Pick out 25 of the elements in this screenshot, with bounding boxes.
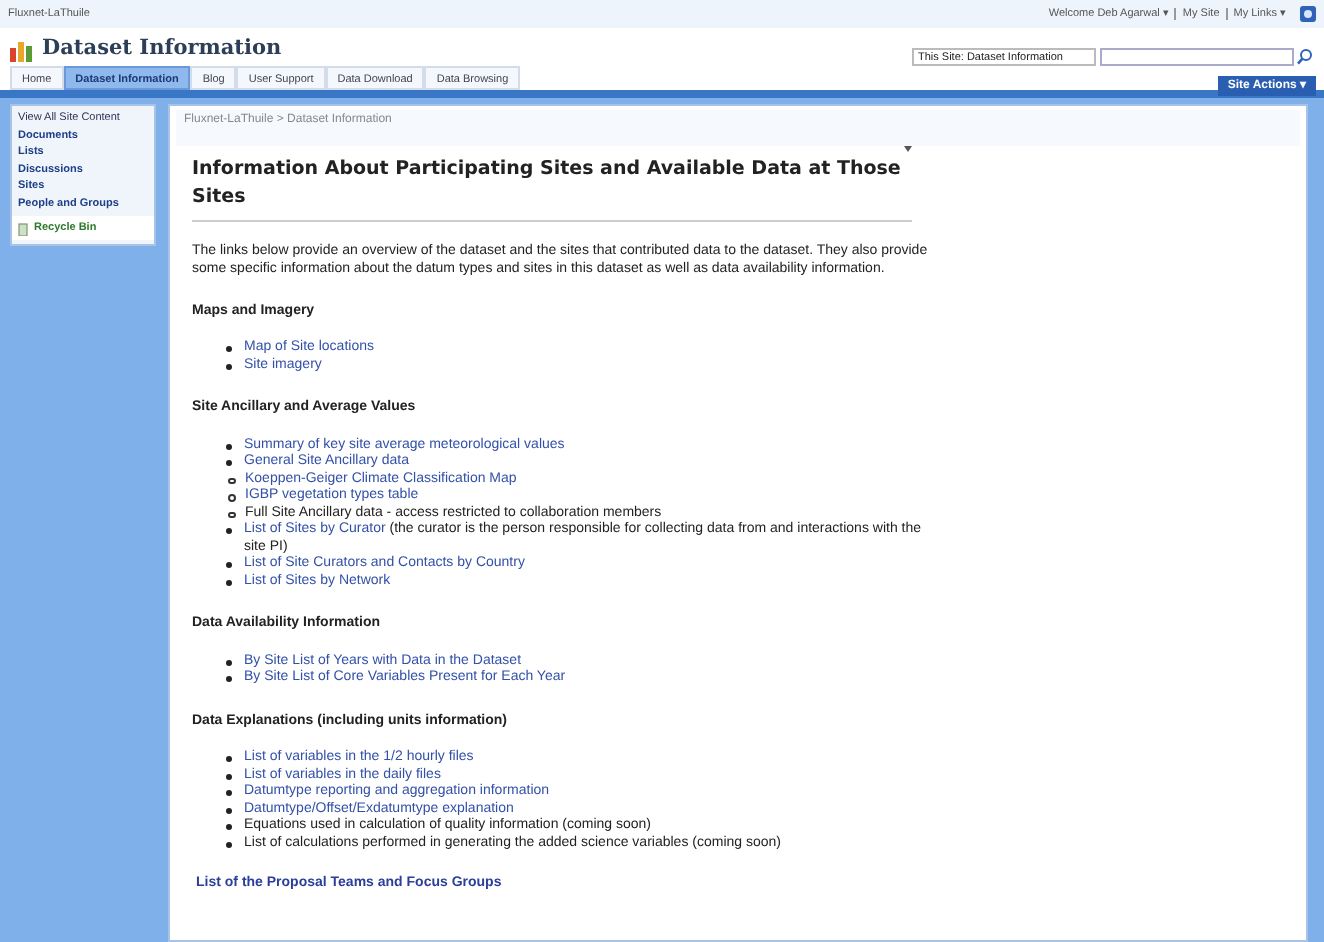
bullet-icon: [226, 528, 232, 534]
bullet-icon: [228, 477, 235, 484]
bullet-icon: [226, 562, 232, 568]
site-title: Dataset Information: [42, 34, 284, 65]
bullet-icon: [226, 659, 232, 665]
bullet-icon: [228, 494, 235, 501]
bullet-icon: [226, 756, 232, 762]
bullet-icon: [228, 511, 235, 518]
bullet-icon: [226, 841, 232, 847]
bullet-icon: [226, 363, 232, 369]
bullet-icon: [226, 579, 232, 585]
bullet-icon: [226, 773, 232, 779]
bullet-icon: [226, 346, 232, 352]
bullet-icon: [226, 460, 232, 466]
bullet-icon: [226, 676, 232, 682]
logo-icon: [10, 39, 34, 61]
search-icon[interactable]: [1296, 47, 1314, 65]
help-icon[interactable]: [1300, 6, 1316, 22]
bullet-icon: [226, 807, 232, 813]
bullet-icon: [226, 790, 232, 796]
bullet-icon: [226, 443, 232, 449]
search-field[interactable]: [1100, 47, 1294, 65]
recycle-bin-icon: [18, 221, 28, 235]
bullet-icon: [226, 824, 232, 830]
page-heading: Information About Participating Sites and Available Data at Those Sites: [192, 156, 912, 221]
